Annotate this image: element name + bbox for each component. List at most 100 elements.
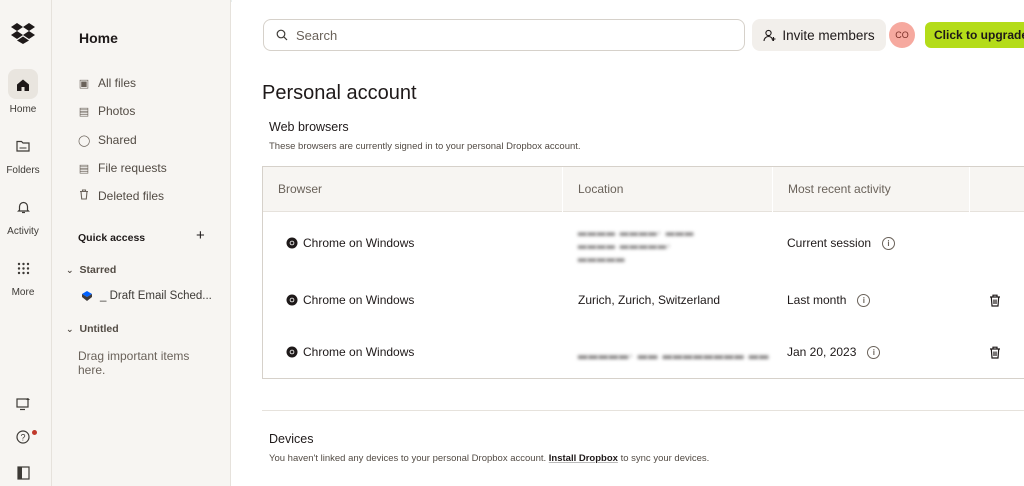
sidebar-item-photos[interactable]: ▤ Photos [78,104,136,118]
bell-icon [8,191,38,221]
column-actions [970,167,1024,212]
page-title: Personal account [262,82,417,104]
web-browsers-description: These browsers are currently signed in t… [269,141,581,152]
avatar[interactable]: CO [889,22,915,48]
untitled-label: Untitled [79,323,119,335]
starred-item[interactable]: _ Draft Email Sched... [82,290,212,302]
browser-name: Chrome on Windows [303,293,415,307]
activity-text: Last month [787,293,847,307]
devices-description: You haven't linked any devices to your p… [269,453,709,464]
sidebar-item-file-requests[interactable]: ▤ File requests [78,161,167,175]
quick-access-heading: Quick access [78,232,146,244]
sign-out-trash-button[interactable] [987,272,1003,328]
dropbox-logo-icon[interactable] [10,22,36,44]
invite-members-label: Invite members [782,27,875,43]
rail-folders-label: Folders [6,165,40,176]
activity-text: Jan 20, 2023 [787,345,857,359]
desktop-app-icon[interactable] [12,396,34,418]
column-recent-activity: Most recent activity [773,167,970,212]
info-icon[interactable]: i [857,293,871,307]
info-icon[interactable]: i [882,236,896,250]
location-cell: ▂▂▂▂ ▂▂▂▂, ▂▂▂ ▂▂▂▂ ▂▂▂▂▂, ▂▂▂▂▂ [578,215,728,271]
browser-name: Chrome on Windows [303,236,415,250]
devices-description-suffix: to sync your devices. [620,453,710,464]
activity-cell: Jan 20, 2023 i [787,324,881,380]
table-row: Chrome on Windows ▂▂▂▂▂, ▂▂ ▂▂▂▂▂▂▂▂ ▂▂ … [263,324,1024,380]
starred-group-toggle[interactable]: ⌄ Starred [66,264,116,276]
notification-dot [32,430,37,435]
starred-item-label: _ Draft Email Sched... [100,290,212,302]
help-icon[interactable]: ? [12,429,37,451]
sidebar-item-label: Shared [98,133,137,147]
left-rail: Home Folders Activity More ? [0,0,52,486]
column-browser: Browser [263,167,563,212]
folder-icon [8,130,38,160]
activity-text: Current session [787,236,872,250]
trash-icon [78,189,90,203]
devices-heading: Devices [269,432,314,446]
sidebar-item-label: All files [98,76,137,90]
browser-cell: Chrome on Windows [286,215,414,271]
redacted-location: ▂▂▂▂ ▂▂▂▂, ▂▂▂ ▂▂▂▂ ▂▂▂▂▂, ▂▂▂▂▂ [578,223,695,262]
sidebar-item-label: File requests [98,161,167,175]
chevron-down-icon: ⌄ [66,324,74,334]
sidebar-item-label: Deleted files [98,189,165,203]
rail-more-label: More [11,287,35,298]
trash-icon [990,346,1000,359]
rail-folders[interactable]: Folders [0,130,46,176]
chrome-icon [286,294,298,306]
all-files-icon: ▣ [78,77,90,90]
person-add-icon [763,29,776,41]
untitled-group-toggle[interactable]: ⌄ Untitled [66,323,119,335]
location-text: Zurich, Zurich, Switzerland [578,293,721,307]
chrome-icon [286,237,298,249]
starred-label: Starred [79,264,117,276]
photos-icon: ▤ [78,105,90,118]
search-icon [276,29,288,41]
file-request-icon: ▤ [78,162,90,175]
rail-activity-label: Activity [7,226,39,237]
location-cell: Zurich, Zurich, Switzerland [578,272,720,328]
rail-home-label: Home [9,104,37,115]
table-row: Chrome on Windows ▂▂▂▂ ▂▂▂▂, ▂▂▂ ▂▂▂▂ ▂▂… [263,215,1024,271]
search-bar[interactable] [263,19,745,51]
table-row: Chrome on Windows Zurich, Zurich, Switze… [263,272,1024,328]
redacted-location: ▂▂▂▂▂, ▂▂ ▂▂▂▂▂▂▂▂ ▂▂ [578,345,770,359]
sidebar-item-shared[interactable]: ◯ Shared [78,133,137,147]
rail-home[interactable]: Home [0,69,46,115]
browser-name: Chrome on Windows [303,345,415,359]
rail-more[interactable]: More [0,252,46,298]
info-icon[interactable]: i [867,345,881,359]
browser-cell: Chrome on Windows [286,324,414,380]
home-icon [8,69,38,99]
dropbox-paper-icon [82,291,92,301]
trash-icon [990,294,1000,307]
web-browsers-heading: Web browsers [269,120,349,134]
sidebar-toggle-icon[interactable] [12,465,34,486]
browsers-table: Browser Location Most recent activity Ch… [262,166,1024,379]
devices-description-text: You haven't linked any devices to your p… [269,453,547,464]
shared-icon: ◯ [78,134,91,147]
rail-activity[interactable]: Activity [0,191,46,237]
sidebar-item-label: Photos [98,104,136,118]
column-location: Location [563,167,773,212]
grid-icon [8,252,38,282]
drag-hint: Drag important items here. [78,349,190,377]
activity-cell: Current session i [787,215,896,271]
chevron-down-icon: ⌄ [66,265,74,275]
upgrade-button[interactable]: Click to upgrade [925,22,1024,48]
svg-text:?: ? [20,433,25,443]
main-content: Invite members CO Click to upgrade Perso… [232,0,1024,486]
browser-cell: Chrome on Windows [286,272,414,328]
sidebar-item-all-files[interactable]: ▣ All files [78,76,136,90]
location-cell: ▂▂▂▂▂, ▂▂ ▂▂▂▂▂▂▂▂ ▂▂ [578,324,769,380]
add-quick-access-button[interactable]: + [196,227,205,244]
install-dropbox-link[interactable]: Install Dropbox [549,453,618,464]
invite-members-button[interactable]: Invite members [752,19,886,51]
sidebar-title: Home [79,30,118,46]
activity-cell: Last month i [787,272,871,328]
chrome-icon [286,346,298,358]
search-input[interactable] [296,27,716,43]
sign-out-trash-button[interactable] [987,324,1003,380]
sidebar-item-deleted-files[interactable]: Deleted files [78,189,164,203]
